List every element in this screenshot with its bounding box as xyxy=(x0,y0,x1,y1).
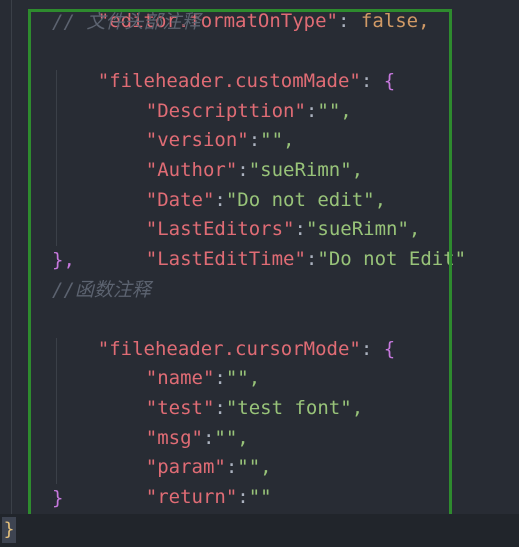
code-line-top-partial: "editor.formatOnType": false, xyxy=(97,10,430,32)
indent-guide-root xyxy=(11,0,12,514)
code-editor[interactable]: "editor.formatOnType": false, // 文件头部注释 … xyxy=(0,0,519,547)
editor-bottom-area xyxy=(0,514,519,547)
final-brace-match: } xyxy=(2,517,16,543)
highlight-annotation-box xyxy=(28,9,452,519)
